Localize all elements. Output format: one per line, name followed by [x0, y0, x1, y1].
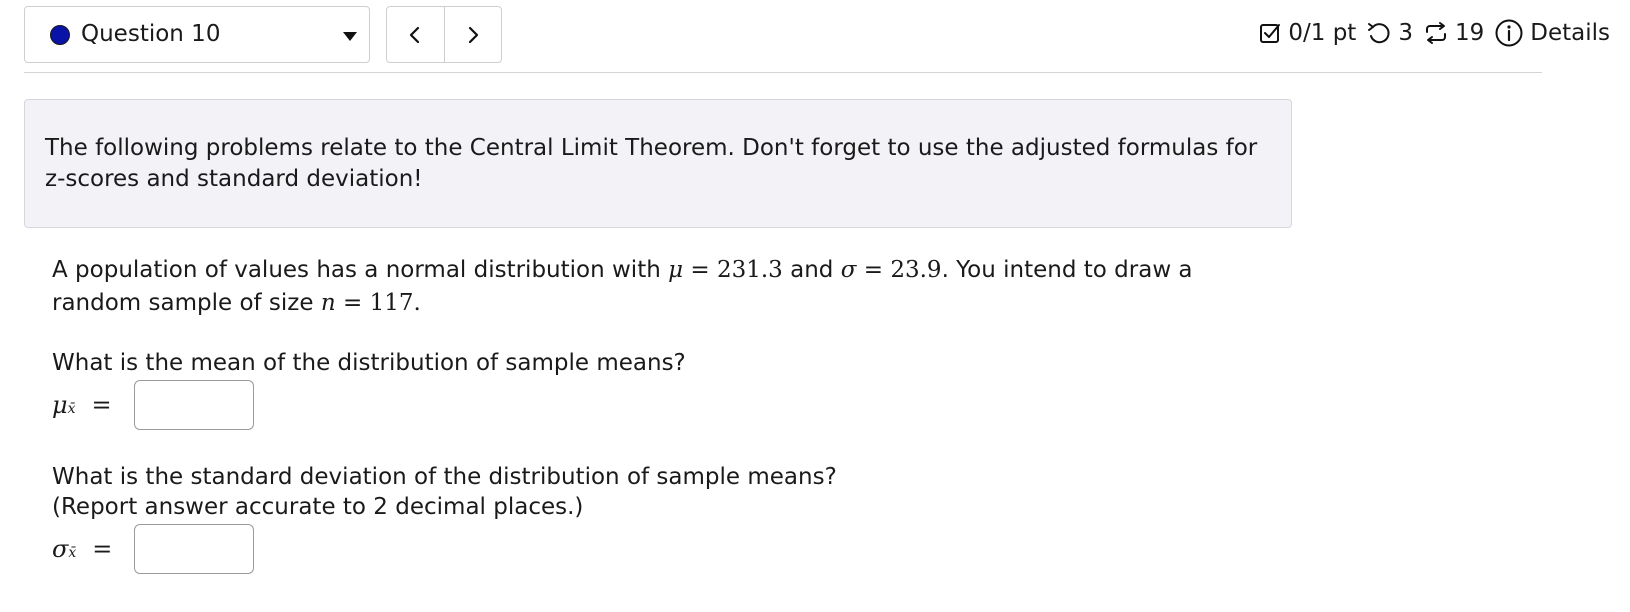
question-1-answer-row: μ x̄ =: [52, 380, 254, 430]
undo-icon: [1368, 23, 1390, 44]
sd-of-sample-means-label: σ x̄ =: [52, 535, 113, 563]
chevron-right-icon: [468, 26, 478, 43]
sigma-equation: σ = 23.9: [840, 257, 942, 283]
attempts-indicator: 3: [1366, 20, 1413, 46]
retries-indicator: 19: [1423, 20, 1484, 46]
attempts-count: 3: [1398, 20, 1413, 46]
score-indicator: 0/1 pt: [1258, 20, 1356, 46]
repeat-icon: [1425, 22, 1446, 44]
question-status-bar: 0/1 pt 3 19 Details: [1248, 18, 1610, 48]
intro-text: The following problems relate to the Cen…: [45, 135, 1258, 192]
problem-text-4: .: [413, 290, 421, 316]
header-divider: [24, 72, 1542, 73]
problem-text-1: A population of values has a normal dist…: [52, 257, 669, 283]
problem-text-2: and: [782, 257, 841, 283]
n-equation: n = 117: [320, 290, 414, 316]
question-status-dot: [50, 25, 70, 45]
problem-statement: A population of values has a normal dist…: [52, 254, 1252, 320]
sigma-symbol: σ: [840, 257, 857, 283]
mu-value: 231.3: [716, 257, 783, 283]
checkbox-icon: [1260, 24, 1281, 43]
next-question-button[interactable]: [443, 7, 502, 62]
chevron-left-icon: [410, 26, 420, 43]
sd-of-sample-means-input[interactable]: [134, 524, 254, 574]
previous-question-button[interactable]: [387, 7, 444, 62]
mu-symbol: μ: [52, 391, 68, 419]
x-bar-subscript: x̄: [67, 401, 76, 417]
n-symbol: n: [320, 290, 336, 316]
score-text: 0/1 pt: [1288, 20, 1357, 46]
details-button[interactable]: Details: [1494, 18, 1610, 48]
question-nav: [386, 6, 502, 63]
mean-of-sample-means-input[interactable]: [134, 380, 254, 430]
question-1-prompt: What is the mean of the distribution of …: [52, 350, 686, 376]
question-2-prompt: What is the standard deviation of the di…: [52, 464, 837, 490]
sigma-value: 23.9: [890, 257, 942, 283]
question-selector[interactable]: Question 10: [24, 6, 370, 63]
intro-panel: The following problems relate to the Cen…: [24, 99, 1292, 228]
mu-equation: μ = 231.3: [668, 257, 783, 283]
question-2-note: (Report answer accurate to 2 decimal pla…: [52, 494, 584, 520]
retries-count: 19: [1454, 20, 1485, 46]
caret-down-icon: [343, 32, 357, 41]
question-label: Question 10: [81, 21, 221, 47]
x-bar-subscript: x̄: [68, 545, 77, 561]
question-2-answer-row: σ x̄ =: [52, 524, 254, 574]
details-label: Details: [1530, 20, 1610, 46]
n-value: 117: [369, 290, 414, 316]
info-icon: [1495, 19, 1523, 47]
sigma-symbol: σ: [52, 535, 69, 563]
mu-symbol: μ: [668, 257, 684, 283]
mean-of-sample-means-label: μ x̄ =: [52, 391, 112, 419]
